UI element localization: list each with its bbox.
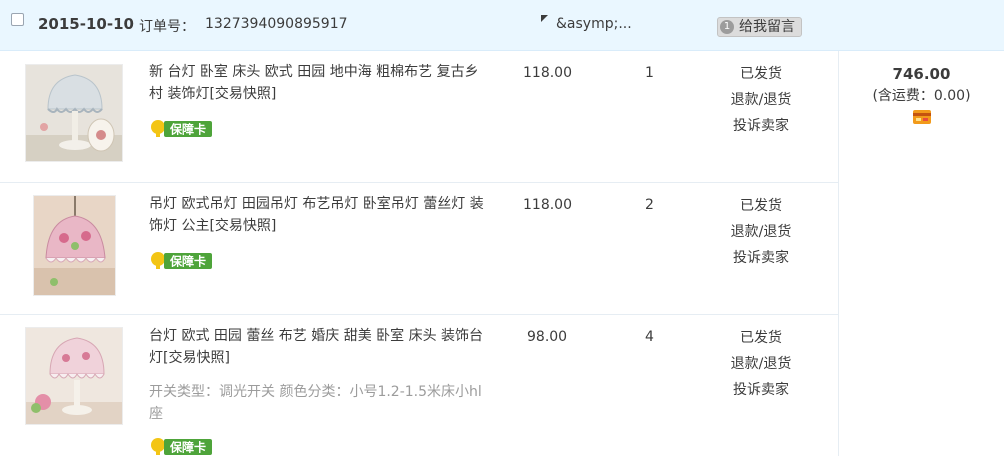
order-checkbox[interactable] (11, 13, 24, 26)
refund-return-link[interactable]: 退款/退货 (721, 87, 801, 113)
product-image[interactable] (25, 64, 123, 162)
item-actions: 已发货 退款/退货 投诉卖家 (721, 61, 801, 139)
order-item-row: 台灯 欧式 田园 蕾丝 布艺 婚庆 甜美 卧室 床头 装饰台灯[交易快照] 开关… (0, 315, 838, 456)
message-icon: 1 (720, 20, 734, 34)
guarantee-badge-icon[interactable]: 保障卡 (149, 118, 213, 138)
product-image[interactable] (33, 195, 116, 296)
item-price: 98.00 (527, 329, 568, 345)
order-card: 2015-10-10 订单号： 1327394090895917 &asymp;… (0, 0, 1004, 456)
svg-text:保障卡: 保障卡 (169, 440, 206, 455)
shipping-status: 已发货 (740, 66, 782, 82)
complain-seller-link[interactable]: 投诉卖家 (721, 245, 801, 271)
guarantee-badge-icon[interactable]: 保障卡 (149, 436, 213, 456)
complain-seller-link[interactable]: 投诉卖家 (721, 113, 801, 139)
order-total: 746.00 (含运费：0.00) (839, 63, 1004, 128)
shipping-fee: (含运费：0.00) (872, 88, 971, 104)
guarantee-badge-icon[interactable]: 保障卡 (149, 250, 213, 270)
order-item-row: 吊灯 欧式吊灯 田园吊灯 布艺吊灯 卧室吊灯 蕾丝灯 装饰灯 公主[交易快照] … (0, 183, 838, 315)
product-title-link[interactable]: 新 台灯 卧室 床头 欧式 田园 地中海 粗棉布艺 复古乡村 装饰灯[交易快照] (149, 61, 484, 105)
order-item-row: 新 台灯 卧室 床头 欧式 田园 地中海 粗棉布艺 复古乡村 装饰灯[交易快照]… (0, 51, 838, 183)
flag-icon (541, 15, 548, 22)
shipping-status: 已发货 (740, 330, 782, 346)
order-date: 2015-10-10 (38, 15, 134, 33)
shipping-status: 已发货 (740, 198, 782, 214)
leave-message-button[interactable]: 1 给我留言 (717, 17, 802, 37)
product-title-link[interactable]: 台灯 欧式 田园 蕾丝 布艺 婚庆 甜美 卧室 床头 装饰台灯[交易快照] (149, 325, 484, 369)
item-quantity: 2 (645, 197, 654, 213)
credit-card-icon[interactable] (912, 110, 931, 124)
item-price: 118.00 (523, 197, 572, 213)
product-title-link[interactable]: 吊灯 欧式吊灯 田园吊灯 布艺吊灯 卧室吊灯 蕾丝灯 装饰灯 公主[交易快照] (149, 193, 484, 237)
order-header: 2015-10-10 订单号： 1327394090895917 &asymp;… (0, 0, 1004, 51)
item-quantity: 4 (645, 329, 654, 345)
complain-seller-link[interactable]: 投诉卖家 (721, 377, 801, 403)
leave-message-label: 给我留言 (739, 19, 795, 35)
product-image[interactable] (25, 327, 123, 425)
order-number: 1327394090895917 (205, 16, 348, 32)
item-price: 118.00 (523, 65, 572, 81)
refund-return-link[interactable]: 退款/退货 (721, 351, 801, 377)
item-actions: 已发货 退款/退货 投诉卖家 (721, 325, 801, 403)
svg-text:保障卡: 保障卡 (169, 254, 206, 269)
item-quantity: 1 (645, 65, 654, 81)
item-actions: 已发货 退款/退货 投诉卖家 (721, 193, 801, 271)
shop-name-link[interactable]: &asymp;... (556, 16, 632, 32)
refund-return-link[interactable]: 退款/退货 (721, 219, 801, 245)
svg-text:保障卡: 保障卡 (169, 122, 206, 137)
order-number-label: 订单号： (139, 19, 195, 35)
product-sku-info: 开关类型：调光开关 颜色分类：小号1.2-1.5米床小hl座 (149, 384, 482, 422)
total-amount: 746.00 (892, 65, 951, 83)
